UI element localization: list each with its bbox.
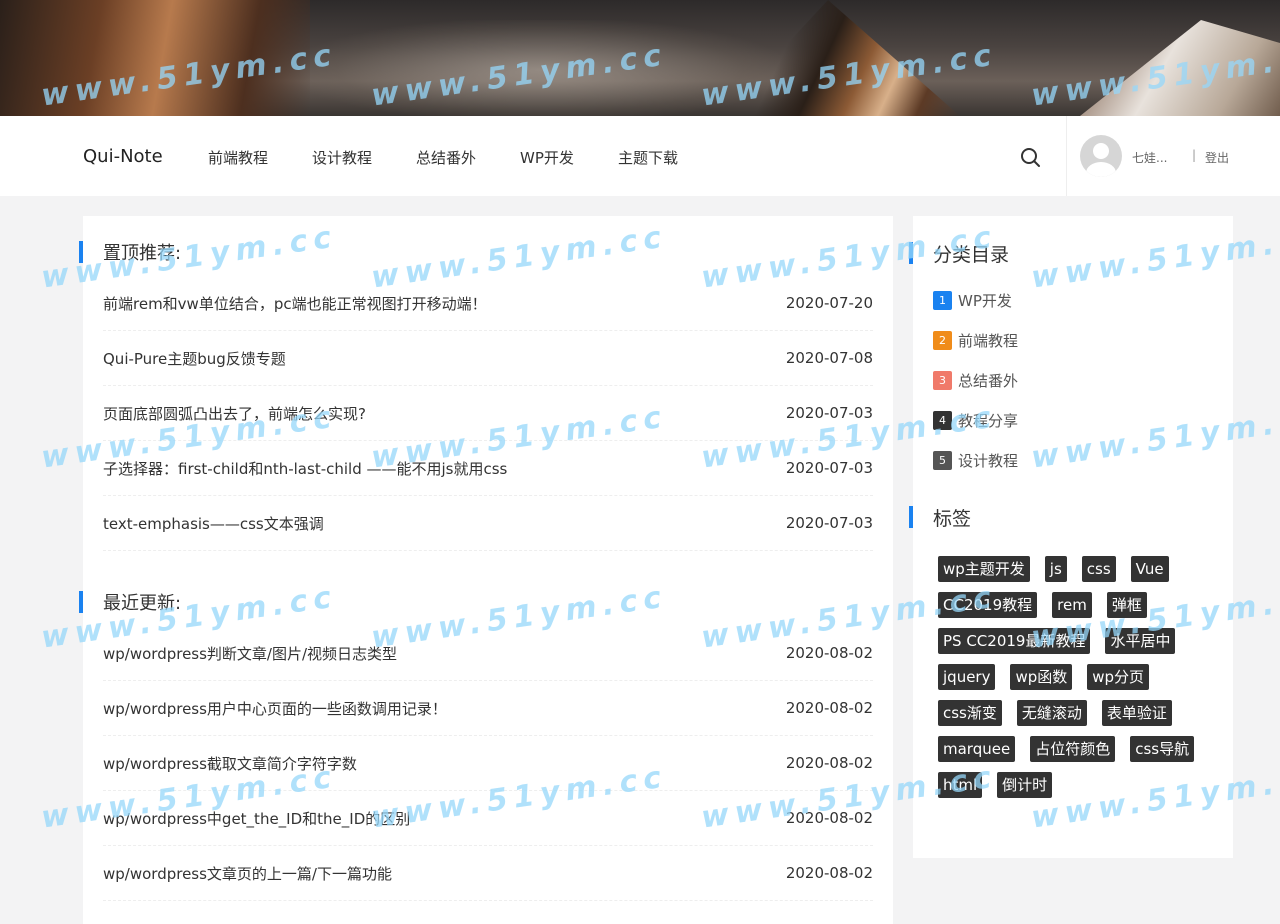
category-rank-badge: 1	[933, 290, 952, 310]
post-row[interactable]: wp/wordpress截取文章简介字符字数 2020-08-02	[103, 736, 873, 791]
post-title-link[interactable]: 页面底部圆弧凸出去了，前端怎么实现?	[103, 403, 366, 424]
tag-link[interactable]: css	[1081, 556, 1116, 582]
category-rank-badge: 5	[933, 450, 952, 470]
post-row[interactable]: Qui-Pure主题bug反馈专题 2020-07-08	[103, 331, 873, 386]
category-label[interactable]: WP开发	[958, 290, 1012, 311]
nav-item-design[interactable]: 设计教程	[312, 147, 372, 168]
category-item[interactable]: 2 前端教程	[933, 320, 1018, 360]
tag-cloud: wp主题开发 js css Vue CC2019教程 rem 弹框 PS CC2019最新教程…	[938, 556, 1218, 808]
search-icon[interactable]	[1019, 146, 1043, 170]
tag-link[interactable]: css渐变	[938, 700, 1002, 726]
tag-link[interactable]: 无缝滚动	[1016, 700, 1087, 726]
user-name[interactable]: 七娃...	[1132, 149, 1167, 166]
post-row[interactable]: 前端rem和vw单位结合，pc端也能正常视图打开移动端！ 2020-07-20	[103, 276, 873, 331]
top-navbar: Qui-Note 前端教程 设计教程 总结番外 WP开发 主题下载 七娃... …	[0, 116, 1280, 196]
tag-link[interactable]: Vue	[1130, 556, 1169, 582]
category-rank-badge: 2	[933, 330, 952, 350]
post-title-link[interactable]: Qui-Pure主题bug反馈专题	[103, 348, 286, 369]
post-title-link[interactable]: wp/wordpress文章页的上一篇/下一篇功能	[103, 863, 392, 884]
tag-link[interactable]: css导航	[1130, 736, 1195, 762]
category-list: 1 WP开发 2 前端教程 3 总结番外 4 教程分享 5 设计教程	[933, 280, 1018, 480]
separator: |	[1192, 148, 1197, 162]
tag-link[interactable]: html	[938, 772, 983, 798]
tag-link[interactable]: CC2019教程	[938, 592, 1038, 618]
category-rank-badge: 4	[933, 410, 952, 430]
user-avatar[interactable]	[1080, 135, 1122, 177]
category-label[interactable]: 前端教程	[958, 330, 1018, 351]
post-row[interactable]: wp/wordpress文章页的上一篇/下一篇功能 2020-08-02	[103, 846, 873, 901]
post-row[interactable]: 子选择器：first-child和nth-last-child ——能不用js就…	[103, 441, 873, 496]
main-content-card: 置顶推荐: 前端rem和vw单位结合，pc端也能正常视图打开移动端！ 2020-0…	[78, 216, 893, 924]
tag-link[interactable]: 表单验证	[1101, 700, 1172, 726]
tag-link[interactable]: js	[1044, 556, 1067, 582]
header-banner-image	[0, 0, 1280, 116]
category-label[interactable]: 设计教程	[958, 450, 1018, 471]
tag-section-title: 标签	[908, 504, 971, 531]
pinned-section-title: 置顶推荐:	[78, 239, 181, 265]
site-logo[interactable]: Qui-Note	[83, 146, 163, 167]
header-divider	[1066, 116, 1067, 196]
category-item[interactable]: 1 WP开发	[933, 280, 1018, 320]
category-label[interactable]: 教程分享	[958, 410, 1018, 431]
pinned-post-list: 前端rem和vw单位结合，pc端也能正常视图打开移动端！ 2020-07-20 Qu…	[103, 276, 873, 551]
post-title-link[interactable]: wp/wordpress截取文章简介字符字数	[103, 753, 357, 774]
post-date: 2020-07-03	[785, 514, 873, 532]
post-date: 2020-08-02	[785, 644, 873, 662]
post-date: 2020-07-08	[785, 349, 873, 367]
category-label[interactable]: 总结番外	[958, 370, 1018, 391]
category-item[interactable]: 5 设计教程	[933, 440, 1018, 480]
tag-link[interactable]: 水平居中	[1105, 628, 1176, 654]
nav-item-frontend[interactable]: 前端教程	[208, 147, 268, 168]
post-row[interactable]: wp/wordpress用户中心页面的一些函数调用记录！ 2020-08-02	[103, 681, 873, 736]
tag-link[interactable]: jquery	[938, 664, 996, 690]
category-section-title: 分类目录	[908, 240, 1009, 267]
post-row[interactable]: 页面底部圆弧凸出去了，前端怎么实现? 2020-07-03	[103, 386, 873, 441]
post-date: 2020-07-03	[785, 459, 873, 477]
nav-item-wp[interactable]: WP开发	[520, 147, 574, 168]
post-title-link[interactable]: 前端rem和vw单位结合，pc端也能正常视图打开移动端！	[103, 293, 487, 314]
recent-post-list: wp/wordpress判断文章/图片/视频日志类型 2020-08-02 wp/w…	[103, 626, 873, 901]
sidebar-card: 分类目录 1 WP开发 2 前端教程 3 总结番外 4 教程分享 5 设计教程 标签 wp主题开发…	[908, 216, 1233, 858]
tag-link[interactable]: 弹框	[1106, 592, 1147, 618]
post-title-link[interactable]: 子选择器：first-child和nth-last-child ——能不用js就…	[103, 458, 507, 479]
tag-link[interactable]: marquee	[938, 736, 1016, 762]
post-date: 2020-07-03	[785, 404, 873, 422]
tag-link[interactable]: 占位符颜色	[1030, 736, 1116, 762]
tag-link[interactable]: wp分页	[1087, 664, 1150, 690]
tag-link[interactable]: 倒计时	[997, 772, 1053, 798]
post-row[interactable]: wp/wordpress中get_the_ID和the_ID的区别 2020-08…	[103, 791, 873, 846]
nav-item-summary[interactable]: 总结番外	[416, 147, 476, 168]
post-row[interactable]: wp/wordpress判断文章/图片/视频日志类型 2020-08-02	[103, 626, 873, 681]
category-item[interactable]: 4 教程分享	[933, 400, 1018, 440]
post-title-link[interactable]: wp/wordpress判断文章/图片/视频日志类型	[103, 643, 397, 664]
tag-link[interactable]: wp函数	[1010, 664, 1073, 690]
recent-section-title: 最近更新:	[78, 589, 181, 615]
main-nav: 前端教程 设计教程 总结番外 WP开发 主题下载	[208, 147, 722, 168]
tag-link[interactable]: PS CC2019最新教程	[938, 628, 1091, 654]
category-item[interactable]: 3 总结番外	[933, 360, 1018, 400]
tag-link[interactable]: rem	[1052, 592, 1092, 618]
post-title-link[interactable]: wp/wordpress中get_the_ID和the_ID的区别	[103, 808, 410, 829]
post-date: 2020-08-02	[785, 864, 873, 882]
logout-link[interactable]: 登出	[1205, 149, 1229, 166]
post-date: 2020-08-02	[785, 809, 873, 827]
post-row[interactable]: text-emphasis——css文本强调 2020-07-03	[103, 496, 873, 551]
post-title-link[interactable]: wp/wordpress用户中心页面的一些函数调用记录！	[103, 698, 447, 719]
category-rank-badge: 3	[933, 370, 952, 390]
tag-link[interactable]: wp主题开发	[938, 556, 1030, 582]
nav-item-theme-download[interactable]: 主题下载	[618, 147, 678, 168]
post-date: 2020-08-02	[785, 699, 873, 717]
post-date: 2020-08-02	[785, 754, 873, 772]
post-title-link[interactable]: text-emphasis——css文本强调	[103, 513, 324, 534]
post-date: 2020-07-20	[785, 294, 873, 312]
